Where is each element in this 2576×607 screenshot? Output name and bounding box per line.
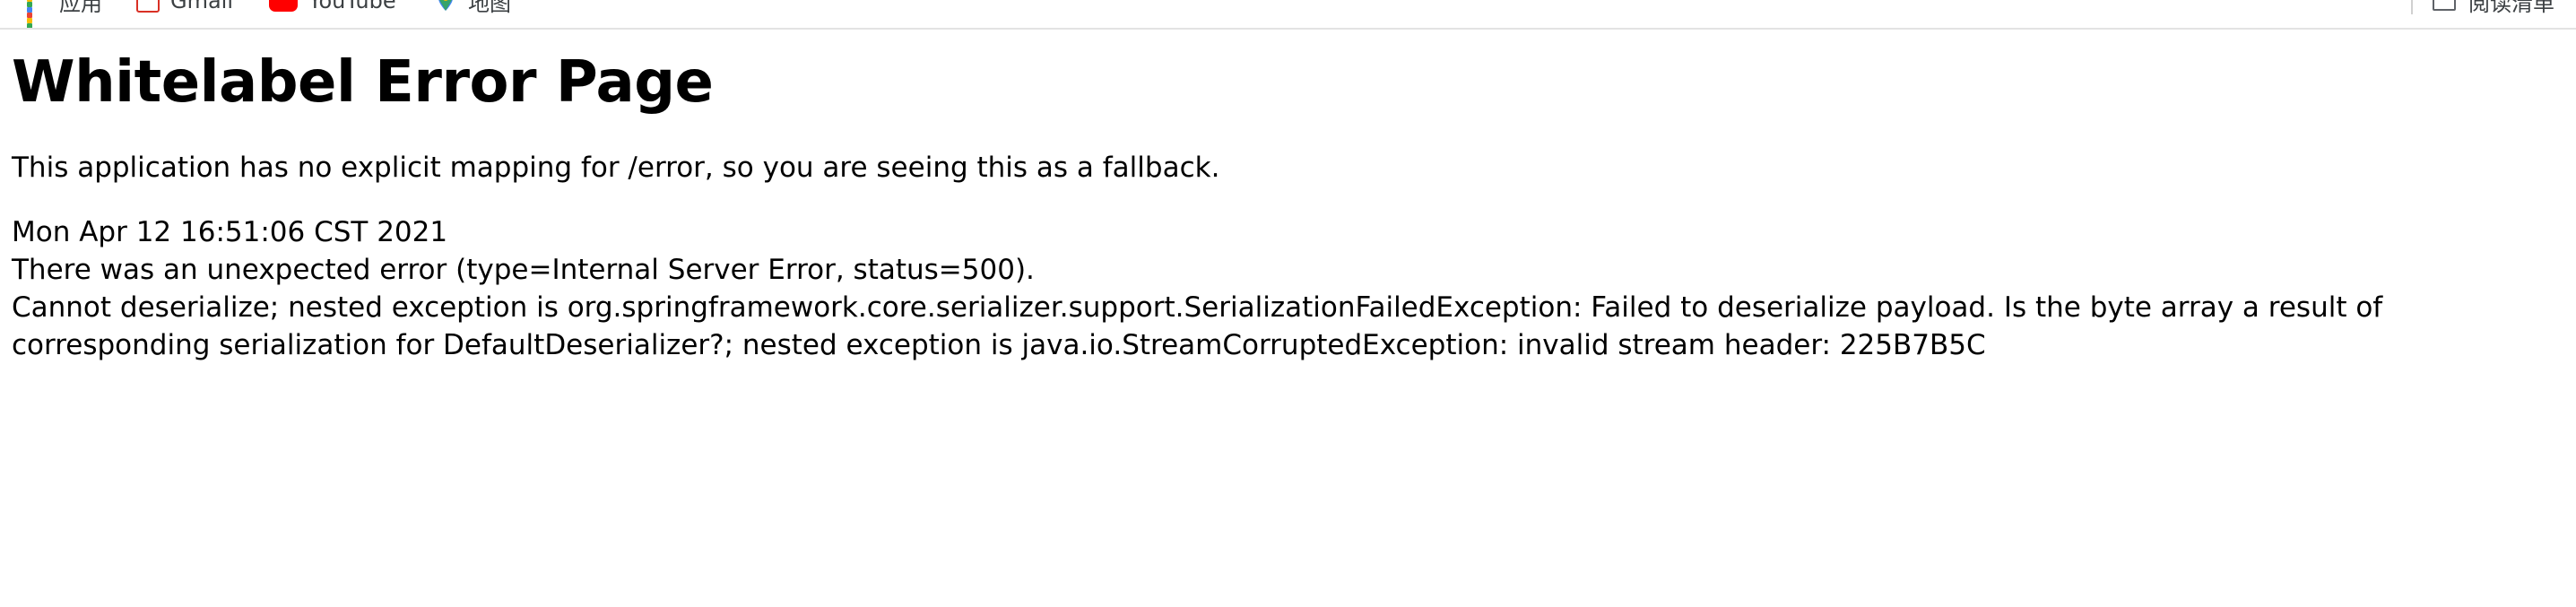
fallback-message: This application has no explicit mapping… (12, 152, 1220, 184)
youtube-icon (269, 0, 298, 12)
error-details: Mon Apr 12 16:51:06 CST 2021 There was a… (12, 213, 2563, 364)
bookmark-label: YouTube (308, 0, 396, 13)
error-detail-message: Cannot deserialize; nested exception is … (12, 291, 2383, 361)
error-summary: There was an unexpected error (type=Inte… (12, 254, 1035, 286)
gmail-icon (136, 0, 160, 13)
bookmarks-bar: 应用 Gmail YouTube 地图 阅读清单 (0, 0, 2576, 30)
page-title: Whitelabel Error Page (12, 49, 714, 116)
bookmark-gmail[interactable]: Gmail (136, 0, 233, 14)
error-timestamp: Mon Apr 12 16:51:06 CST 2021 (12, 216, 448, 248)
bookmark-maps[interactable]: 地图 (434, 0, 511, 16)
maps-icon (434, 0, 457, 13)
reading-list-label: 阅读清单 (2468, 0, 2554, 16)
bookmark-label: Gmail (170, 0, 234, 13)
bookmark-label: 应用 (59, 0, 102, 16)
bookmark-apps[interactable]: 应用 (25, 0, 102, 28)
apps-grid-icon (25, 0, 48, 28)
reading-list-icon (2433, 0, 2456, 11)
reading-list-button[interactable]: 阅读清单 (2411, 0, 2554, 16)
bookmark-youtube[interactable]: YouTube (269, 0, 396, 14)
bookmark-label: 地图 (468, 0, 511, 16)
error-page-content: Whitelabel Error Page This application h… (12, 47, 2563, 364)
